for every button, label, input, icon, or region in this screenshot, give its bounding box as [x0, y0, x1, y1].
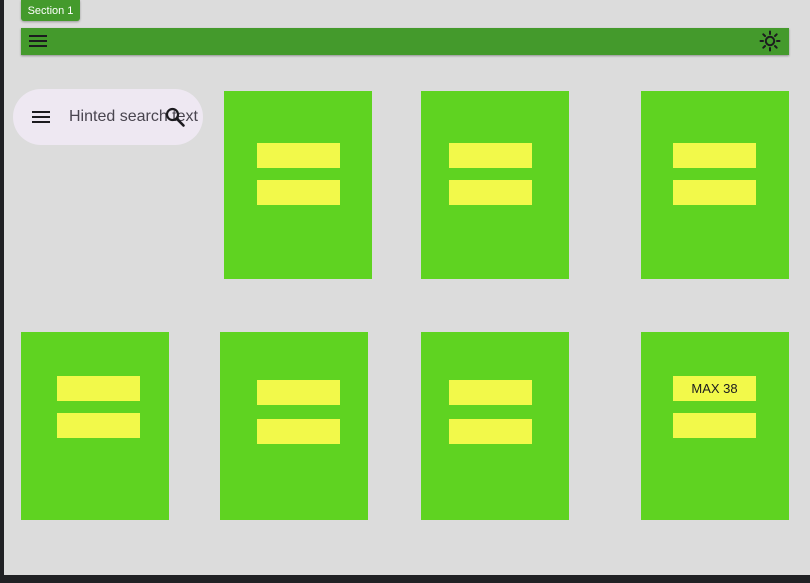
search-icon[interactable] [164, 106, 186, 128]
card-pill [449, 419, 532, 444]
search-bar[interactable]: Hinted search text [13, 89, 203, 145]
app-canvas: Section 1 Hinted search text MAX 38 [4, 0, 810, 575]
card-pill [673, 143, 756, 168]
section-chip[interactable]: Section 1 [21, 0, 80, 21]
card-pill [257, 380, 340, 405]
brightness-icon[interactable] [759, 30, 781, 52]
card-pill-max: MAX 38 [673, 376, 756, 401]
card[interactable] [21, 332, 169, 520]
card-pill [449, 380, 532, 405]
card-pill [257, 180, 340, 205]
card[interactable] [220, 332, 368, 520]
card-pill [673, 180, 756, 205]
card-pill [257, 143, 340, 168]
card[interactable] [421, 91, 569, 279]
card-pill [57, 376, 140, 401]
card[interactable] [641, 91, 789, 279]
card-pill [449, 180, 532, 205]
card[interactable]: MAX 38 [641, 332, 789, 520]
card-pill [57, 413, 140, 438]
card-pill [673, 413, 756, 438]
card[interactable] [224, 91, 372, 279]
search-menu-icon[interactable] [31, 108, 51, 126]
section-label: Section 1 [27, 4, 74, 17]
app-bar [21, 28, 789, 55]
menu-icon[interactable] [28, 32, 48, 50]
card[interactable] [421, 332, 569, 520]
card-pill [257, 419, 340, 444]
card-pill [449, 143, 532, 168]
